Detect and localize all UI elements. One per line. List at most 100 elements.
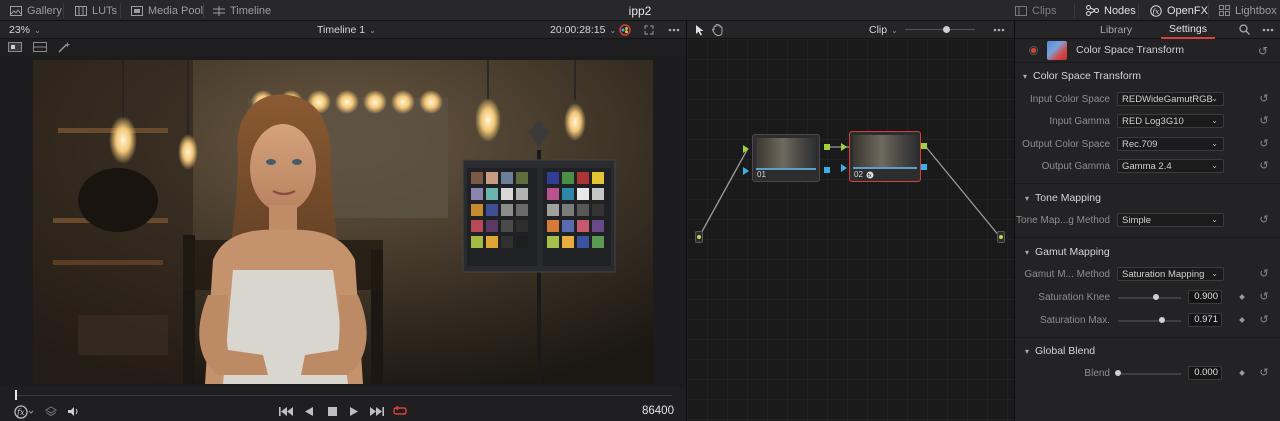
node-02[interactable]: 02 fx [849, 131, 921, 182]
color-wheel-icon[interactable] [619, 21, 631, 39]
input-gamma-dropdown[interactable]: RED Log3G10 ⌄ [1117, 114, 1224, 128]
fx-enable-toggle[interactable] [1029, 46, 1038, 55]
skip-to-end-icon[interactable] [370, 407, 384, 416]
chevron-down-icon: ⌄ [369, 25, 376, 35]
node-02-output-port[interactable] [921, 143, 927, 149]
clip-mode-dropdown[interactable]: Clip ⌄ [869, 21, 898, 39]
input-color-space-dropdown[interactable]: REDWideGamutRGB ⌄ [1117, 92, 1224, 106]
audio-volume-icon[interactable] [67, 406, 80, 417]
reset-icon[interactable]: ↺ [1258, 138, 1270, 150]
loop-icon[interactable] [393, 405, 407, 417]
saturation-knee-input[interactable]: 0.900 [1188, 290, 1222, 304]
section-gamut-mapping[interactable]: ▾ Gamut Mapping [1025, 244, 1110, 260]
timecode-display[interactable]: 20:00:28:15 ⌄ [550, 21, 616, 39]
zoom-dropdown[interactable]: 23% ⌄ [9, 21, 41, 39]
blend-slider[interactable] [1118, 373, 1181, 375]
fx-bypass-icon[interactable]: fx [14, 405, 34, 419]
node-01-key-input-port[interactable] [743, 167, 749, 175]
node-01-key-output-port[interactable] [824, 167, 830, 173]
timecode: 20:00:28:15 [550, 24, 606, 36]
openfx-button[interactable]: fx OpenFX [1150, 0, 1208, 21]
blend-input[interactable]: 0.000 [1188, 366, 1222, 380]
hand-icon[interactable] [712, 24, 723, 36]
tone-mapping-method-dropdown[interactable]: Simple ⌄ [1117, 213, 1224, 227]
magic-wand-icon[interactable] [58, 41, 71, 53]
fullscreen-icon[interactable] [644, 21, 654, 39]
reset-icon[interactable]: ↺ [1258, 44, 1268, 58]
skip-to-start-icon[interactable] [279, 407, 293, 416]
playhead[interactable] [15, 390, 17, 400]
single-view-icon[interactable] [8, 42, 22, 52]
node-02-input-port[interactable] [841, 143, 847, 151]
more-options-icon[interactable] [993, 28, 1005, 32]
media-pool-button[interactable]: Media Pool [131, 0, 203, 21]
more-options-icon[interactable] [668, 21, 680, 39]
zoom-value: 23% [9, 24, 31, 36]
section-global-blend[interactable]: ▾ Global Blend [1025, 343, 1095, 359]
timeline-scrubber[interactable] [0, 387, 686, 403]
svg-text:fx: fx [868, 173, 872, 179]
node-zoom-slider[interactable] [905, 29, 975, 30]
tab-library[interactable]: Library [1100, 21, 1132, 39]
reset-icon[interactable]: ↺ [1258, 160, 1270, 172]
svg-text:fx: fx [1151, 6, 1160, 15]
play-icon[interactable] [350, 407, 358, 416]
fx-name: Color Space Transform [1076, 44, 1184, 56]
saturation-knee-slider[interactable] [1118, 297, 1181, 299]
viewer-header: 23% ⌄ Timeline 1 ⌄ 20:00:28:15 ⌄ [0, 21, 686, 39]
saturation-max-slider[interactable] [1118, 320, 1181, 322]
viewer-tools [0, 39, 686, 56]
reset-icon[interactable]: ↺ [1258, 314, 1270, 326]
reset-icon[interactable]: ↺ [1258, 291, 1270, 303]
nodes-icon [1086, 5, 1099, 16]
input-node[interactable] [695, 231, 703, 243]
chevron-down-icon: ⌄ [1211, 269, 1218, 278]
search-icon[interactable] [1239, 24, 1250, 35]
scrubber-track [16, 395, 672, 396]
reset-icon[interactable]: ↺ [1258, 93, 1270, 105]
node-01-output-port[interactable] [824, 144, 830, 150]
gamut-mapping-method-dropdown[interactable]: Saturation Mapping ⌄ [1117, 267, 1224, 281]
pointer-icon[interactable] [695, 24, 704, 36]
frame-counter: 86400 [642, 405, 674, 417]
more-options-icon[interactable] [1262, 28, 1274, 32]
clips-button[interactable]: Clips [1015, 0, 1056, 21]
output-color-space-label: Output Color Space [1022, 139, 1110, 150]
node-01[interactable]: 01 [752, 134, 820, 182]
reset-icon[interactable]: ↺ [1258, 115, 1270, 127]
node-graph[interactable]: 01 02 fx [687, 39, 1014, 421]
saturation-max-input[interactable]: 0.971 [1188, 313, 1222, 327]
gallery-button[interactable]: Gallery [10, 0, 62, 21]
chevron-down-icon: ⌄ [1211, 161, 1218, 170]
split-view-icon[interactable] [33, 42, 47, 52]
viewer[interactable] [0, 56, 686, 387]
timeline-button[interactable]: Timeline [213, 0, 271, 21]
section-tone-mapping[interactable]: ▾ Tone Mapping [1025, 190, 1101, 206]
output-node[interactable] [997, 231, 1005, 243]
section-color-space-transform[interactable]: ▾ Color Space Transform [1023, 68, 1141, 84]
output-gamma-dropdown[interactable]: Gamma 2.4 ⌄ [1117, 159, 1224, 173]
timeline-dropdown[interactable]: Timeline 1 ⌄ [317, 21, 376, 39]
tab-settings[interactable]: Settings [1161, 21, 1215, 39]
nodes-button[interactable]: Nodes [1086, 0, 1136, 21]
fx-thumbnail-icon [1047, 41, 1067, 60]
luts-button[interactable]: LUTs [75, 0, 117, 21]
saturation-knee-slider-knob[interactable] [1152, 294, 1159, 300]
node-thumbnail [756, 138, 816, 168]
output-color-space-dropdown[interactable]: Rec.709 ⌄ [1117, 137, 1224, 151]
node-02-key-input-port[interactable] [841, 164, 847, 172]
layers-icon[interactable] [45, 406, 57, 417]
lightbox-button[interactable]: Lightbox [1219, 0, 1277, 21]
reset-icon[interactable]: ↺ [1258, 268, 1270, 280]
play-reverse-icon[interactable] [305, 407, 313, 416]
node-01-input-port[interactable] [743, 145, 749, 153]
node-02-key-output-port[interactable] [921, 164, 927, 170]
fx-badge-icon: fx [866, 171, 874, 179]
node-zoom-knob[interactable] [943, 26, 950, 33]
reset-icon[interactable]: ↺ [1258, 214, 1270, 226]
stop-icon[interactable] [328, 407, 337, 416]
luts-icon [75, 5, 87, 16]
lightbox-label: Lightbox [1235, 4, 1277, 17]
reset-icon[interactable]: ↺ [1258, 367, 1270, 379]
blend-slider-knob[interactable] [1115, 370, 1121, 376]
